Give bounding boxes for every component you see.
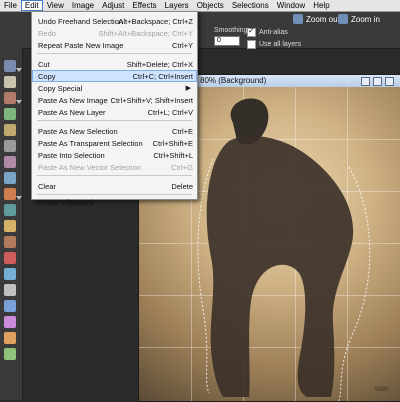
menu-item-label: Paste As New Image bbox=[38, 96, 108, 105]
menu-file[interactable]: File bbox=[0, 0, 21, 11]
menu-item-paste-new-image[interactable]: Paste As New Image Ctrl+Shift+V; Shift+I… bbox=[32, 94, 197, 106]
use-all-layers-checkbox[interactable]: Use all layers bbox=[247, 40, 301, 49]
use-all-layers-label: Use all layers bbox=[259, 41, 302, 48]
menu-help[interactable]: Help bbox=[309, 0, 333, 11]
menu-item-paste-transparent-selection[interactable]: Paste As Transparent Selection Ctrl+Shif… bbox=[32, 137, 197, 149]
smudge-tool-icon[interactable] bbox=[4, 252, 16, 264]
menu-item-copy-special[interactable]: Copy Special ▶ bbox=[32, 82, 197, 94]
menu-item-shortcut: Ctrl+C; Ctrl+Insert bbox=[132, 72, 193, 81]
zoom-in-button[interactable]: Zoom in bbox=[335, 13, 383, 25]
menu-item-shortcut: Shift+Delete; Ctrl+X bbox=[126, 60, 193, 69]
menu-adjust[interactable]: Adjust bbox=[98, 0, 128, 11]
zoom-tool-icon[interactable] bbox=[4, 76, 16, 88]
close-icon[interactable] bbox=[385, 77, 394, 86]
menu-item-label: Paste As New Layer bbox=[38, 108, 106, 117]
menu-item-redo[interactable]: Redo Shift+Alt+Backspace; Ctrl+Y bbox=[32, 27, 197, 39]
figure-body bbox=[206, 136, 354, 398]
document-title: 80% (Background) bbox=[200, 76, 267, 85]
clone-brush-tool-icon[interactable] bbox=[4, 204, 16, 216]
lighten-darken-tool-icon[interactable] bbox=[4, 220, 16, 232]
crop-tool-icon[interactable] bbox=[4, 124, 16, 136]
anti-alias-box[interactable] bbox=[247, 26, 256, 37]
menu-item-shortcut: Ctrl+Shift+L bbox=[153, 151, 193, 160]
menu-item-undo[interactable]: Undo Freehand Selection Alt+Backspace; C… bbox=[32, 15, 197, 27]
tool-flyout-arrow-icon[interactable] bbox=[16, 196, 22, 200]
menu-item-label: Undo Freehand Selection bbox=[38, 17, 124, 26]
text-tool-icon[interactable] bbox=[4, 284, 16, 296]
menu-edit[interactable]: Edit bbox=[20, 0, 43, 11]
tool-flyout-arrow-icon[interactable] bbox=[16, 68, 22, 72]
menu-item-shortcut: Ctrl+Shift+V; Shift+Insert bbox=[110, 96, 193, 105]
menu-selections[interactable]: Selections bbox=[228, 0, 273, 11]
menu-item-label: Paste As Transparent Selection bbox=[38, 139, 143, 148]
tools-panel bbox=[0, 48, 23, 400]
menu-separator bbox=[37, 53, 192, 54]
menu-item-label: Paste Into Selection bbox=[38, 151, 105, 160]
edit-menu: Undo Freehand Selection Alt+Backspace; C… bbox=[31, 11, 198, 207]
menu-item-paste-into-selection[interactable]: Paste Into Selection Ctrl+Shift+L bbox=[32, 149, 197, 161]
menu-item-label: Redo bbox=[38, 29, 56, 38]
menu-item-repeat[interactable]: Repeat Paste New Image Ctrl+Y bbox=[32, 39, 197, 51]
menu-item-shortcut: Ctrl+E bbox=[171, 127, 193, 136]
menu-item-label: Paste As New Selection bbox=[38, 127, 118, 136]
flood-fill-tool-icon[interactable] bbox=[4, 268, 16, 280]
menu-item-empty-clipboard[interactable]: Empty Clipboard bbox=[32, 187, 197, 207]
submenu-arrow-icon: ▶ bbox=[185, 85, 191, 92]
menu-item-paste-new-layer[interactable]: Paste As New Layer Ctrl+L; Ctrl+V bbox=[32, 106, 197, 118]
straighten-tool-icon[interactable] bbox=[4, 140, 16, 152]
dropper-tool-icon[interactable] bbox=[4, 156, 16, 168]
menu-item-label: Empty Clipboard bbox=[38, 198, 94, 207]
menu-item-label: Copy Special bbox=[38, 84, 83, 93]
freehand-selection-tool-icon[interactable] bbox=[4, 92, 16, 104]
smoothing-input[interactable]: 0 bbox=[214, 36, 240, 46]
menu-objects[interactable]: Objects bbox=[193, 0, 228, 11]
minimize-icon[interactable] bbox=[361, 77, 370, 86]
zoom-in-icon bbox=[338, 14, 348, 24]
menu-item-shortcut: Ctrl+G bbox=[171, 163, 193, 172]
warp-brush-tool-icon[interactable] bbox=[4, 348, 16, 360]
pen-tool-icon[interactable] bbox=[4, 316, 16, 328]
zoom-in-label: Zoom in bbox=[351, 14, 380, 24]
menu-item-cut[interactable]: Cut Shift+Delete; Ctrl+X bbox=[32, 58, 197, 70]
red-eye-tool-icon[interactable] bbox=[4, 172, 16, 184]
pan-tool-icon[interactable] bbox=[4, 60, 16, 72]
menu-separator bbox=[37, 120, 192, 121]
menu-item-paste-vector-selection[interactable]: Paste As New Vector Selection Ctrl+G bbox=[32, 161, 197, 173]
menu-item-shortcut: Ctrl+Y bbox=[171, 41, 193, 50]
menu-item-label: Paste As New Vector Selection bbox=[38, 163, 141, 172]
use-all-layers-box[interactable] bbox=[247, 40, 256, 49]
menu-layers[interactable]: Layers bbox=[161, 0, 193, 11]
menu-item-label: Cut bbox=[38, 60, 50, 69]
preset-shape-tool-icon[interactable] bbox=[4, 300, 16, 312]
eraser-tool-icon[interactable] bbox=[4, 236, 16, 248]
zoom-out-icon bbox=[293, 14, 303, 24]
tool-flyout-arrow-icon[interactable] bbox=[16, 100, 22, 104]
anti-alias-label: Anti-alias bbox=[259, 29, 288, 36]
menu-item-label: Copy bbox=[38, 72, 56, 81]
menu-view[interactable]: View bbox=[43, 0, 68, 11]
menu-item-shortcut: Ctrl+Shift+E bbox=[152, 139, 193, 148]
picture-tube-tool-icon[interactable] bbox=[4, 332, 16, 344]
photo-stamp-text: 5980 bbox=[375, 387, 389, 393]
move-tool-icon[interactable] bbox=[4, 108, 16, 120]
menu-item-paste-new-selection[interactable]: Paste As New Selection Ctrl+E bbox=[32, 125, 197, 137]
menu-window[interactable]: Window bbox=[273, 0, 309, 11]
menu-item-shortcut: Alt+Backspace; Ctrl+Z bbox=[118, 17, 193, 26]
smoothing-label: Smoothing: bbox=[214, 27, 250, 34]
menu-item-copy[interactable]: Copy Ctrl+C; Ctrl+Insert bbox=[32, 70, 197, 82]
maximize-icon[interactable] bbox=[373, 77, 382, 86]
menu-item-shortcut: Shift+Alt+Backspace; Ctrl+Y bbox=[98, 29, 193, 38]
anti-alias-checkbox[interactable]: Anti-alias bbox=[247, 26, 288, 37]
menu-image[interactable]: Image bbox=[68, 0, 98, 11]
menu-item-label: Repeat Paste New Image bbox=[38, 41, 124, 50]
paint-brush-tool-icon[interactable] bbox=[4, 188, 16, 200]
menu-effects[interactable]: Effects bbox=[128, 0, 160, 11]
menu-item-shortcut: Ctrl+L; Ctrl+V bbox=[147, 108, 193, 117]
menu-separator bbox=[37, 175, 192, 176]
